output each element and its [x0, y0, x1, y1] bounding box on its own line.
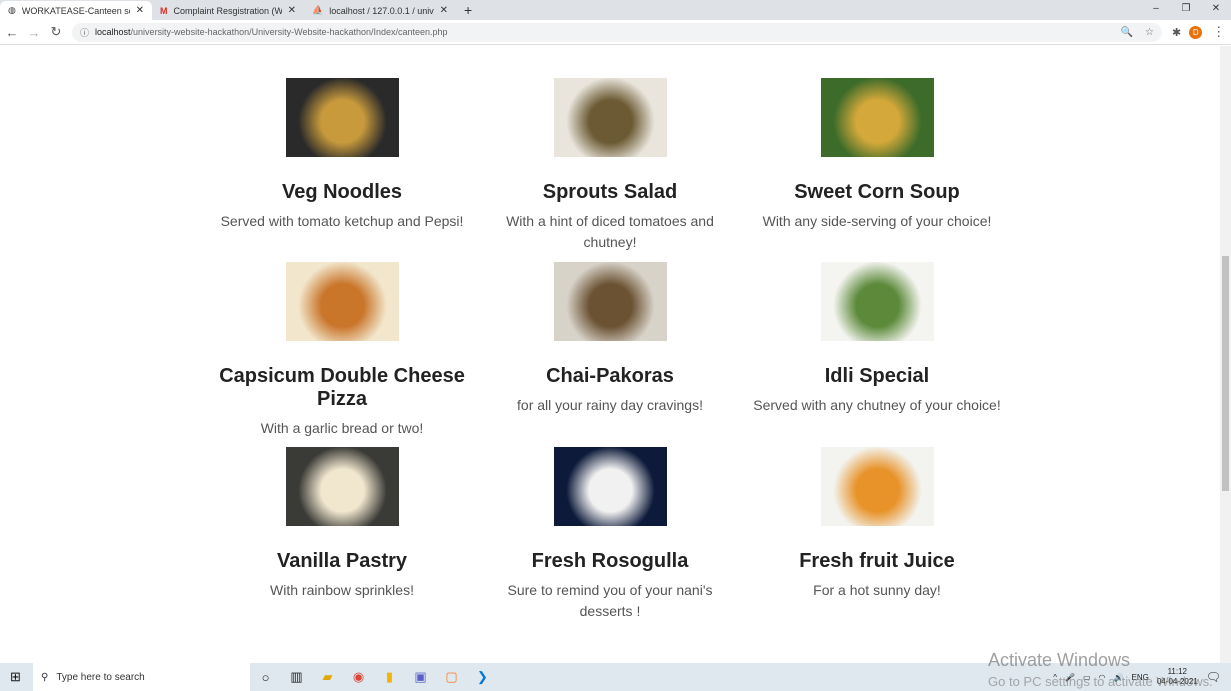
- item-description: With any side-serving of your choice!: [762, 213, 992, 229]
- close-icon[interactable]: ✕: [288, 5, 296, 16]
- food-image: [553, 78, 667, 157]
- food-image: [553, 262, 667, 341]
- item-description: With a hint of diced tomatoes and chutne…: [506, 213, 714, 250]
- tab-phpmyadmin[interactable]: ⛵localhost / 127.0.0.1 / university_✕: [304, 1, 456, 20]
- item-description: With rainbow sprinkles!: [270, 582, 414, 598]
- menu-item: Idli Special Served with any chutney of …: [747, 262, 1007, 416]
- address-bar: ← → ↻ ⓘ localhost/university-website-hac…: [0, 20, 1231, 45]
- item-title: Chai-Pakoras: [546, 365, 674, 387]
- reload-button[interactable]: ↻: [46, 24, 66, 40]
- search-icon: ⚲: [41, 671, 49, 683]
- xampp-icon[interactable]: ▢: [436, 669, 467, 685]
- item-description: Served with tomato ketchup and Pepsi!: [220, 213, 464, 229]
- star-icon[interactable]: ☆: [1145, 27, 1154, 38]
- cortana-icon[interactable]: ○: [250, 670, 281, 685]
- close-window-button[interactable]: ✕: [1201, 0, 1231, 18]
- activation-watermark: Activate Windows: [988, 650, 1131, 670]
- close-icon[interactable]: ✕: [136, 5, 144, 16]
- windows-start-icon[interactable]: ⊞: [0, 669, 31, 685]
- avatar[interactable]: D: [1189, 25, 1203, 39]
- item-title: Vanilla Pastry: [276, 550, 408, 572]
- food-image: [285, 262, 399, 341]
- food-image: [820, 78, 934, 157]
- restore-button[interactable]: ❐: [1171, 0, 1201, 18]
- item-description: Served with any chutney of your choice!: [753, 397, 1001, 413]
- menu-item: Chai-Pakoras for all your rainy day crav…: [480, 262, 740, 416]
- item-title: Veg Noodles: [281, 181, 403, 203]
- minimize-button[interactable]: –: [1141, 0, 1171, 18]
- food-image: [820, 262, 934, 341]
- menu-item: Sprouts Salad With a hint of diced tomat…: [480, 78, 740, 253]
- file-explorer-icon[interactable]: ▰: [312, 669, 343, 685]
- extensions-icon[interactable]: ✱: [1172, 26, 1181, 39]
- close-icon[interactable]: ✕: [440, 5, 448, 16]
- menu-icon[interactable]: ⋮: [1212, 24, 1225, 40]
- task-view-icon[interactable]: ▥: [281, 669, 312, 685]
- new-tab-button[interactable]: +: [456, 1, 480, 20]
- menu-item: Fresh Rosogulla Sure to remind you of yo…: [480, 447, 740, 622]
- zoom-icon[interactable]: 🔍: [1121, 27, 1133, 38]
- menu-item: Veg Noodles Served with tomato ketchup a…: [212, 78, 472, 232]
- forward-button[interactable]: →: [24, 25, 44, 40]
- tab-canteen[interactable]: ◍WORKATEASE-Canteen service✕: [0, 1, 152, 20]
- item-description: With a garlic bread or two!: [260, 420, 424, 436]
- chrome-icon[interactable]: ◉: [343, 669, 374, 685]
- item-title: Fresh fruit Juice: [799, 550, 955, 572]
- tab-bar: ◍WORKATEASE-Canteen service✕ MComplaint …: [0, 0, 1231, 20]
- item-title: Sweet Corn Soup: [794, 181, 960, 203]
- scrollbar-thumb[interactable]: [1222, 256, 1229, 491]
- item-title: Idli Special: [824, 365, 930, 387]
- food-image: [553, 447, 667, 526]
- gmail-icon: M: [160, 5, 168, 16]
- taskbar-search[interactable]: ⚲ Type here to search: [33, 663, 250, 691]
- scrollbar[interactable]: [1220, 46, 1231, 663]
- keep-icon[interactable]: ▮: [374, 669, 405, 685]
- teams-icon[interactable]: ▣: [405, 669, 436, 685]
- item-title: Sprouts Salad: [542, 181, 678, 203]
- item-title: Fresh Rosogulla: [531, 550, 689, 572]
- vscode-icon[interactable]: ❯: [467, 669, 498, 685]
- activation-watermark-sub: Go to PC settings to activate Windows.: [988, 674, 1213, 689]
- globe-icon: ◍: [8, 5, 16, 15]
- phpmyadmin-icon: ⛵: [312, 5, 324, 15]
- menu-item: Sweet Corn Soup With any side-serving of…: [747, 78, 1007, 232]
- item-description: for all your rainy day cravings!: [517, 397, 703, 413]
- menu-item: Fresh fruit Juice For a hot sunny day!: [747, 447, 1007, 601]
- url-input[interactable]: ⓘ localhost/university-website-hackathon…: [72, 22, 1162, 42]
- food-image: [820, 447, 934, 526]
- back-button[interactable]: ←: [2, 25, 22, 40]
- info-icon[interactable]: ⓘ: [80, 26, 89, 39]
- item-title: Capsicum Double Cheese Pizza: [219, 365, 465, 410]
- food-image: [285, 78, 399, 157]
- tab-complaint[interactable]: MComplaint Resgistration (Workat✕: [152, 1, 304, 20]
- menu-item: Capsicum Double Cheese Pizza With a garl…: [212, 262, 472, 439]
- item-description: For a hot sunny day!: [813, 582, 941, 598]
- food-image: [285, 447, 399, 526]
- item-description: Sure to remind you of your nani's desser…: [507, 582, 713, 619]
- canteen-menu: Veg Noodles Served with tomato ketchup a…: [0, 46, 1220, 663]
- menu-item: Vanilla Pastry With rainbow sprinkles!: [212, 447, 472, 601]
